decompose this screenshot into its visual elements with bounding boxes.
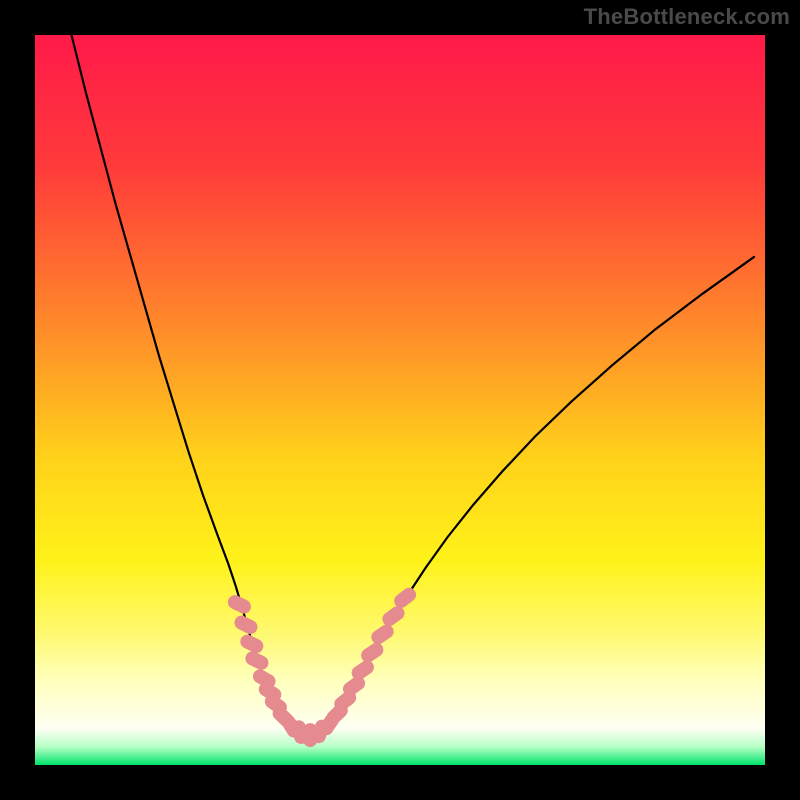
watermark-text: TheBottleneck.com (584, 4, 790, 30)
plot-area (35, 35, 765, 765)
chart-container: TheBottleneck.com (0, 0, 800, 800)
chart-svg (35, 35, 765, 765)
gradient-background (35, 35, 765, 765)
